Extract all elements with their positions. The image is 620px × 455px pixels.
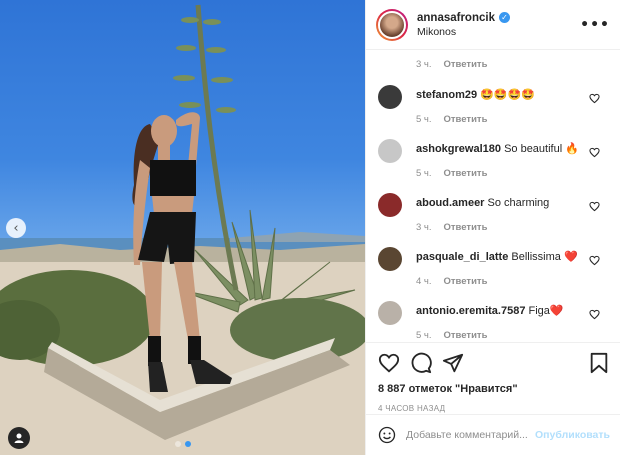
comment-like-heart-icon[interactable]: [589, 309, 600, 320]
emoji-icon[interactable]: [378, 426, 396, 444]
carousel-dot: [174, 441, 181, 447]
person-icon: [14, 433, 24, 443]
comment-like-heart-icon[interactable]: [589, 201, 600, 212]
comment-bubble-icon[interactable]: [410, 352, 432, 374]
author-avatar[interactable]: [376, 8, 408, 41]
reply-button[interactable]: Ответить: [444, 222, 488, 233]
commenter-username[interactable]: antonio.eremita.7587: [416, 305, 525, 317]
reply-button[interactable]: Ответить: [444, 276, 488, 287]
author-username[interactable]: annasafroncik: [417, 12, 495, 24]
comment-item: pasquale_di_latte Bellissima ❤️ 4 ч. Ответ…: [366, 235, 620, 289]
comment-item: antonio.eremita.7587 Figa❤️ 5 ч. Ответить: [366, 289, 620, 341]
comment-time: 3 ч.: [416, 222, 432, 233]
comment-like-heart-icon[interactable]: [589, 255, 600, 266]
comment-meta: 3 ч. Ответить: [366, 51, 620, 73]
post-photo[interactable]: ‹: [0, 0, 365, 455]
comment-time: 3 ч.: [416, 58, 432, 70]
comment-text: Bellissima ❤️: [511, 251, 578, 263]
add-comment-bar: Опубликовать: [366, 414, 620, 455]
comment-like-heart-icon[interactable]: [589, 147, 600, 158]
photo-scene: [0, 4, 365, 455]
likes-count[interactable]: 8 887 отметок "Нравится": [378, 383, 610, 395]
save-bookmark-icon[interactable]: [588, 352, 610, 374]
comment-time: 4 ч.: [416, 276, 432, 287]
like-heart-icon[interactable]: [378, 352, 400, 374]
comment-item: aboud.ameer So charming 3 ч. Ответить: [366, 181, 620, 235]
tagged-users-icon[interactable]: [8, 427, 30, 449]
commenter-avatar[interactable]: [378, 193, 402, 217]
instagram-post: ‹ annasafroncik ✓ Mikonos ••• 3 ч. Ответ: [0, 0, 620, 455]
comment-text: So beautiful 🔥: [504, 143, 579, 155]
comment-input[interactable]: [406, 429, 536, 441]
commenter-username[interactable]: ashokgrewal180: [416, 143, 501, 155]
comment-time: 5 ч.: [416, 168, 432, 179]
commenter-username[interactable]: aboud.ameer: [416, 197, 484, 209]
post-header: annasafroncik ✓ Mikonos •••: [366, 0, 620, 50]
comment-time: 5 ч.: [416, 330, 432, 341]
post-timestamp[interactable]: 4 ЧАСОВ НАЗАД: [378, 404, 610, 413]
comment-time: 5 ч.: [416, 114, 432, 125]
post-actions: 8 887 отметок "Нравится" 4 ЧАСОВ НАЗАД: [366, 342, 620, 413]
reply-button[interactable]: Ответить: [444, 330, 488, 341]
comment-item: ashokgrewal180 So beautiful 🔥 5 ч. Ответит…: [366, 127, 620, 181]
commenter-username[interactable]: stefanom29: [416, 89, 477, 101]
commenter-avatar[interactable]: [378, 301, 402, 325]
commenter-avatar[interactable]: [378, 247, 402, 271]
post-sidebar: annasafroncik ✓ Mikonos ••• 3 ч. Ответит…: [365, 0, 620, 455]
comments-list[interactable]: 3 ч. Ответить stefanom29 🤩🤩🤩🤩 5 ч. Ответит…: [366, 51, 620, 341]
commenter-avatar[interactable]: [378, 139, 402, 163]
previous-image-button[interactable]: ‹: [6, 218, 26, 238]
publish-comment-button[interactable]: Опубликовать: [535, 429, 610, 441]
commenter-avatar[interactable]: [378, 85, 402, 109]
verified-badge-icon: ✓: [498, 12, 510, 23]
commenter-username[interactable]: pasquale_di_latte: [416, 251, 508, 263]
carousel-indicator: [174, 441, 191, 447]
reply-button[interactable]: Ответить: [444, 168, 488, 179]
reply-button[interactable]: Ответить: [444, 59, 488, 70]
comment-text: 🤩🤩🤩🤩: [480, 89, 535, 101]
carousel-dot: [184, 441, 191, 447]
more-options-icon[interactable]: •••: [580, 17, 610, 33]
comment-text: So charming: [487, 197, 550, 209]
reply-button[interactable]: Ответить: [444, 114, 488, 125]
comment-like-heart-icon[interactable]: [589, 93, 600, 104]
comment-item: stefanom29 🤩🤩🤩🤩 5 ч. Ответить: [366, 73, 620, 127]
share-paper-plane-icon[interactable]: [442, 352, 464, 374]
post-location[interactable]: Mikonos: [417, 26, 580, 38]
comment-text: Figa❤️: [528, 305, 564, 317]
